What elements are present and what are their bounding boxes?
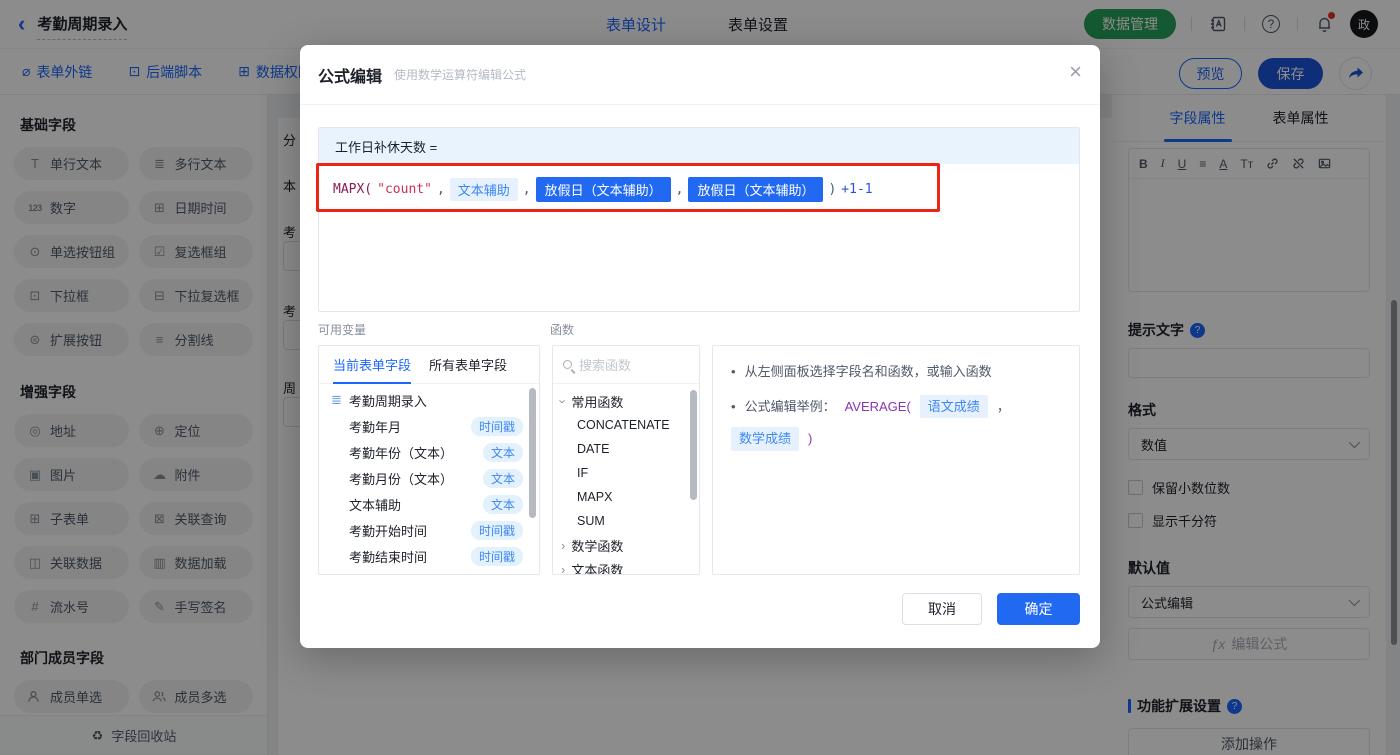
- confirm-button[interactable]: 确定: [997, 593, 1080, 625]
- cancel-button[interactable]: 取消: [902, 593, 982, 625]
- modal-subtitle: 使用数学运算符编辑公式: [394, 68, 527, 82]
- type-badge: 文本: [482, 442, 523, 462]
- search-icon: [563, 360, 572, 369]
- example-function: AVERAGE(: [844, 398, 911, 414]
- tip-line-2: • 公式编辑举例： AVERAGE( 语文成绩 ， 数学成绩 ): [731, 394, 1061, 451]
- formula-editor: 工作日补休天数 = MAPX( "count" , 文本辅助 , 放假日（文本辅…: [318, 127, 1080, 312]
- type-badge: 时间戳: [470, 546, 523, 566]
- variables-list: ≣ 考勤周期录入 考勤年月 时间戳 考勤年份（文本） 文本 考勤月份（文本） 文…: [319, 384, 539, 574]
- variables-panel: 当前表单字段 所有表单字段 ≣ 考勤周期录入 考勤年月 时间戳 考勤年份（文本）…: [318, 345, 540, 575]
- group-math-functions[interactable]: › 数学函数: [553, 533, 699, 557]
- field-token-holiday-2[interactable]: 放假日（文本辅助）: [688, 177, 824, 202]
- example-chip-2: 数学成绩: [731, 427, 800, 451]
- app-root: ‹ 考勤周期录入 表单设计 表单设置 数据管理 ? 政 ⌀ 表单外链 ⊡ 后端脚…: [0, 0, 1400, 755]
- formula-input-area[interactable]: MAPX( "count" , 文本辅助 , 放假日（文本辅助） , 放假日（文…: [319, 164, 1079, 215]
- function-date[interactable]: DATE: [553, 437, 699, 461]
- function-if[interactable]: IF: [553, 461, 699, 485]
- variables-scrollbar[interactable]: [529, 388, 536, 518]
- modal-header: 公式编辑 使用数学运算符编辑公式 ×: [300, 45, 1100, 105]
- function-search[interactable]: 搜索函数: [553, 346, 699, 384]
- type-badge: 文本: [482, 468, 523, 488]
- variable-row[interactable]: 考勤结束时间 时间戳: [319, 543, 539, 569]
- field-token-holiday-1[interactable]: 放假日（文本辅助）: [535, 177, 671, 202]
- variable-row[interactable]: 考勤年月 时间戳: [319, 413, 539, 439]
- variable-row[interactable]: 考勤年份（文本） 文本: [319, 439, 539, 465]
- close-icon[interactable]: ×: [1069, 61, 1082, 83]
- form-doc-icon: ≣: [331, 392, 342, 407]
- variable-row[interactable]: 文本辅助 文本: [319, 491, 539, 517]
- search-placeholder: 搜索函数: [579, 358, 632, 373]
- variables-tabs: 当前表单字段 所有表单字段: [319, 346, 539, 384]
- formula-edit-modal: 公式编辑 使用数学运算符编辑公式 × 工作日补休天数 = MAPX( "coun…: [300, 45, 1100, 648]
- function-tree: › 常用函数 CONCATENATE DATE IF MAPX SUM › 数学…: [553, 384, 699, 575]
- chevron-right-icon: ›: [561, 537, 566, 553]
- modal-title: 公式编辑: [318, 68, 383, 86]
- field-token-text-helper[interactable]: 文本辅助: [449, 178, 518, 201]
- example-chip-1: 语文成绩: [919, 394, 988, 418]
- formula-target-field: 工作日补休天数 =: [319, 128, 1079, 164]
- type-badge: 文本: [482, 494, 523, 514]
- type-badge: 时间戳: [470, 520, 523, 540]
- group-text-functions[interactable]: › 文本函数: [553, 557, 699, 575]
- available-variables-label: 可用变量: [318, 323, 367, 337]
- group-common-functions[interactable]: › 常用函数: [553, 389, 699, 413]
- tips-panel: • 从左侧面板选择字段名和函数，或输入函数 • 公式编辑举例： AVERAGE(…: [712, 345, 1080, 575]
- function-mapx[interactable]: MAPX: [553, 485, 699, 509]
- variable-row-partial[interactable]: [319, 569, 539, 574]
- tip-line-1: • 从左侧面板选择字段名和函数，或输入函数: [731, 364, 992, 379]
- tab-current-form-fields[interactable]: 当前表单字段: [333, 346, 412, 384]
- chevron-right-icon: ›: [561, 561, 566, 575]
- chevron-down-icon: ›: [555, 398, 571, 404]
- functions-scrollbar[interactable]: [690, 390, 697, 500]
- function-concatenate[interactable]: CONCATENATE: [553, 413, 699, 437]
- variable-row[interactable]: 考勤月份（文本） 文本: [319, 465, 539, 491]
- string-token: "count": [377, 182, 432, 197]
- form-node[interactable]: ≣ 考勤周期录入: [319, 387, 539, 413]
- type-badge: 时间戳: [470, 416, 523, 436]
- functions-label: 函数: [550, 323, 575, 337]
- type-badge-partial: [489, 573, 523, 574]
- functions-panel: 搜索函数 › 常用函数 CONCATENATE DATE IF MAPX SUM…: [552, 345, 700, 575]
- variable-row[interactable]: 考勤开始时间 时间戳: [319, 517, 539, 543]
- function-token: MAPX(: [333, 182, 373, 197]
- formula-expression: MAPX( "count" , 文本辅助 , 放假日（文本辅助） , 放假日（文…: [333, 177, 1065, 202]
- tab-all-form-fields[interactable]: 所有表单字段: [429, 355, 507, 374]
- function-sum[interactable]: SUM: [553, 509, 699, 533]
